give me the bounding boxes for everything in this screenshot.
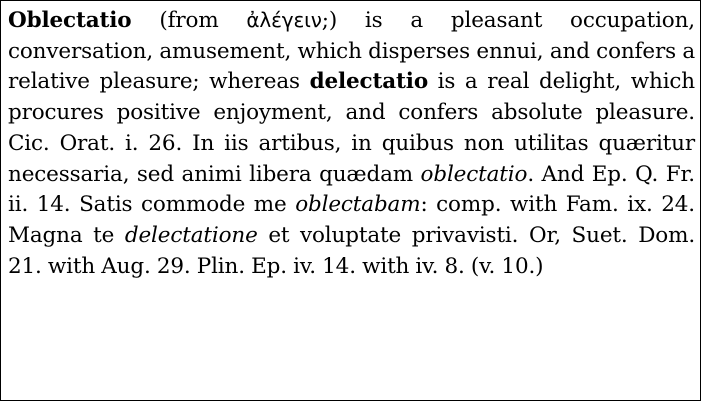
citation-word-3: delectatione: [124, 222, 258, 248]
headword: Oblectatio: [8, 8, 132, 33]
etymology-open: (from: [131, 8, 247, 33]
contrast-word: delectatio: [309, 69, 429, 95]
greek-etymon: ἀλέγειν: [246, 8, 322, 32]
entry-paragraph: Oblectatio (from ἀλέγειν;) is a pleasant…: [8, 5, 695, 282]
citation-word-1: oblectatio: [420, 161, 528, 187]
citation-word-2: oblectabam: [295, 192, 421, 218]
dictionary-entry-box: Oblectatio (from ἀλέγειν;) is a pleasant…: [0, 0, 701, 401]
